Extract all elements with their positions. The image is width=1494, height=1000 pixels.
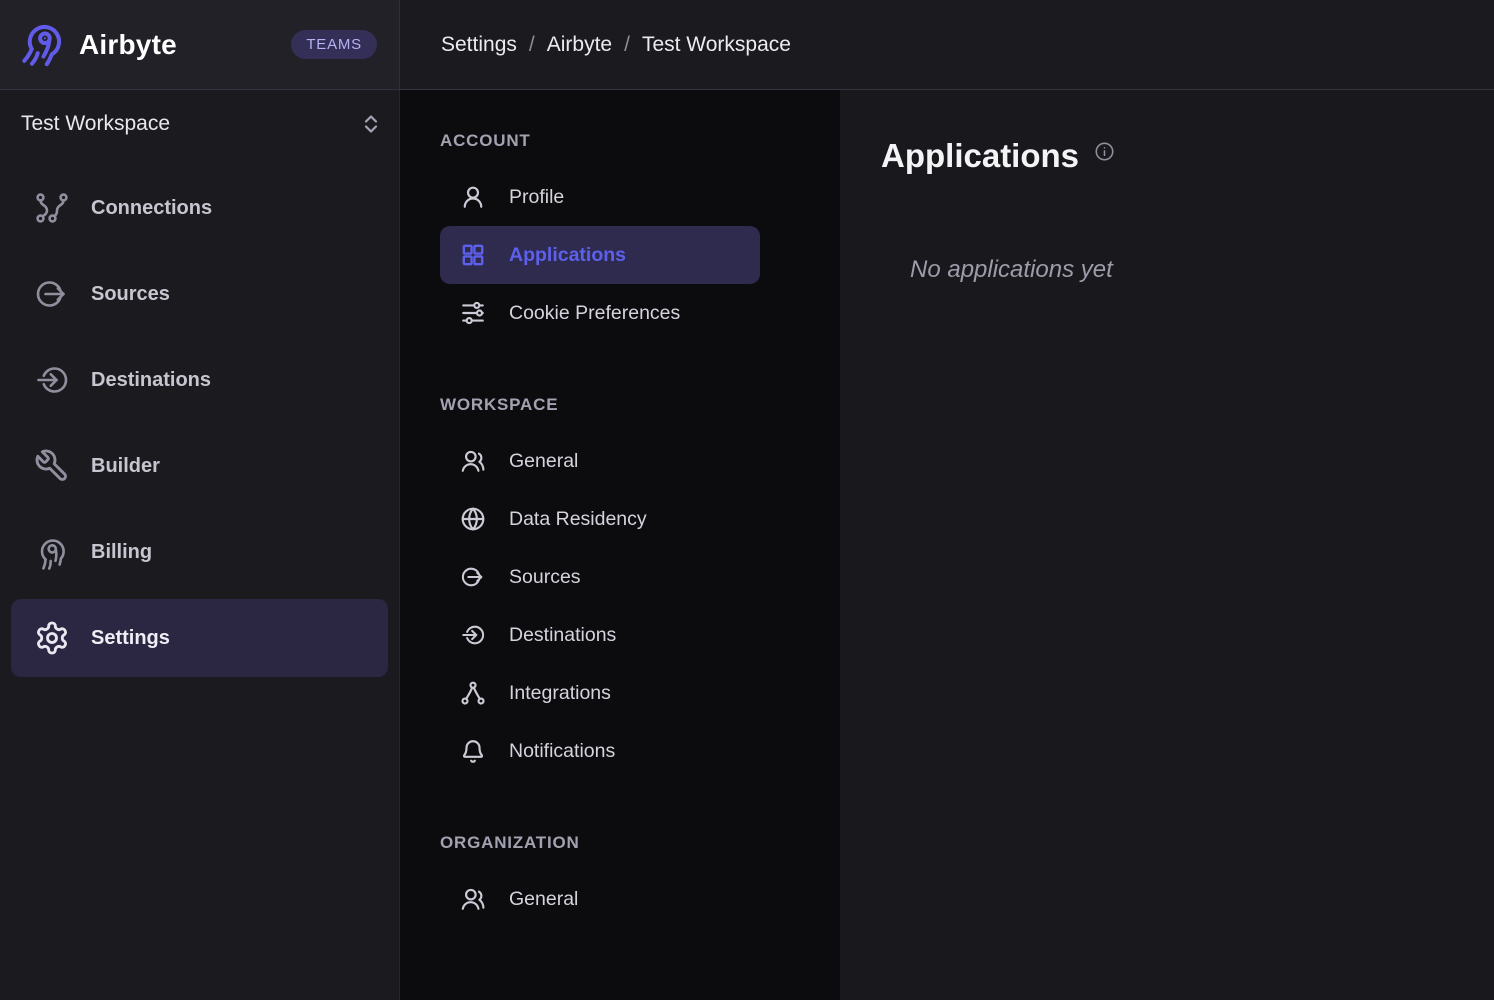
chevrons-up-down-icon [359,112,383,136]
settings-nav-item-general-workspace[interactable]: General [440,432,760,490]
workspace-switcher[interactable]: Test Workspace [0,96,399,152]
sidebar-item-label: Destinations [91,369,211,392]
gear-icon [34,620,70,656]
settings-nav-item-label: Data Residency [509,508,647,531]
settings-nav-item-profile[interactable]: Profile [440,168,760,226]
breadcrumb: Settings / Airbyte / Test Workspace [441,33,791,57]
grid-icon [460,242,486,268]
settings-nav-item-label: Applications [509,244,626,267]
settings-nav-item-integrations[interactable]: Integrations [440,664,760,722]
globe-icon [460,506,486,532]
breadcrumb-airbyte[interactable]: Airbyte [547,33,612,57]
users-icon [460,886,486,912]
settings-nav-item-label: Cookie Preferences [509,302,680,325]
settings-nav: ACCOUNT Profile Applications [400,90,840,1000]
connections-icon [34,190,70,226]
sidebar-item-connections[interactable]: Connections [11,169,388,247]
destination-arrow-icon [460,622,486,648]
wrench-icon [34,448,70,484]
user-icon [460,184,486,210]
settings-nav-item-label: Profile [509,186,564,209]
airbyte-app: Airbyte TEAMS Settings / Airbyte / Test … [0,0,1494,1000]
settings-nav-item-general-organization[interactable]: General [440,870,760,928]
settings-nav-item-notifications[interactable]: Notifications [440,722,760,780]
sidebar-item-sources[interactable]: Sources [11,255,388,333]
sidebar-item-builder[interactable]: Builder [11,427,388,505]
top-bar-brand-area: Airbyte TEAMS [0,0,400,89]
brand[interactable]: Airbyte [20,22,177,68]
destination-arrow-icon [34,362,70,398]
breadcrumb-settings[interactable]: Settings [441,33,517,57]
sidebar: Test Workspace Connections [0,90,400,1000]
settings-nav-item-label: Notifications [509,740,615,763]
settings-nav-item-sources[interactable]: Sources [440,548,760,606]
sidebar-item-label: Billing [91,541,152,564]
top-bar-breadcrumb-area: Settings / Airbyte / Test Workspace [400,0,1494,89]
bell-icon [460,738,486,764]
empty-state-message: No applications yet [881,256,1454,284]
settings-nav-item-data-residency[interactable]: Data Residency [440,490,760,548]
sidebar-item-destinations[interactable]: Destinations [11,341,388,419]
main-content: Applications No applications yet [840,90,1494,1000]
settings-nav-item-label: Integrations [509,682,611,705]
top-bar: Airbyte TEAMS Settings / Airbyte / Test … [0,0,1494,90]
page-title: Applications [881,137,1079,175]
settings-nav-item-label: General [509,888,578,911]
source-arrow-icon [460,564,486,590]
breadcrumb-separator: / [529,33,535,57]
sidebar-item-billing[interactable]: Billing [11,513,388,591]
info-icon[interactable] [1094,141,1115,162]
settings-nav-item-applications[interactable]: Applications [440,226,760,284]
sliders-icon [460,300,486,326]
settings-nav-item-label: Sources [509,566,581,589]
section-title-organization: ORGANIZATION [440,832,800,853]
teams-badge: TEAMS [291,30,377,59]
breadcrumb-separator: / [624,33,630,57]
sidebar-item-label: Sources [91,283,170,306]
section-title-workspace: WORKSPACE [440,394,800,415]
brand-name: Airbyte [79,29,177,61]
octopus-icon [34,534,70,570]
workspace-name: Test Workspace [21,112,170,136]
settings-nav-item-cookie-preferences[interactable]: Cookie Preferences [440,284,760,342]
sidebar-item-label: Settings [91,627,170,650]
section-title-account: ACCOUNT [440,130,800,151]
users-icon [460,448,486,474]
settings-nav-item-label: General [509,450,578,473]
sidebar-item-settings[interactable]: Settings [11,599,388,677]
network-icon [460,680,486,706]
settings-nav-item-destinations[interactable]: Destinations [440,606,760,664]
breadcrumb-test-workspace[interactable]: Test Workspace [642,33,791,57]
airbyte-logo-icon [20,22,66,68]
sidebar-item-label: Builder [91,455,160,478]
source-arrow-icon [34,276,70,312]
settings-nav-item-label: Destinations [509,624,616,647]
sidebar-nav: Connections Sources De [0,169,399,677]
sidebar-item-label: Connections [91,197,212,220]
